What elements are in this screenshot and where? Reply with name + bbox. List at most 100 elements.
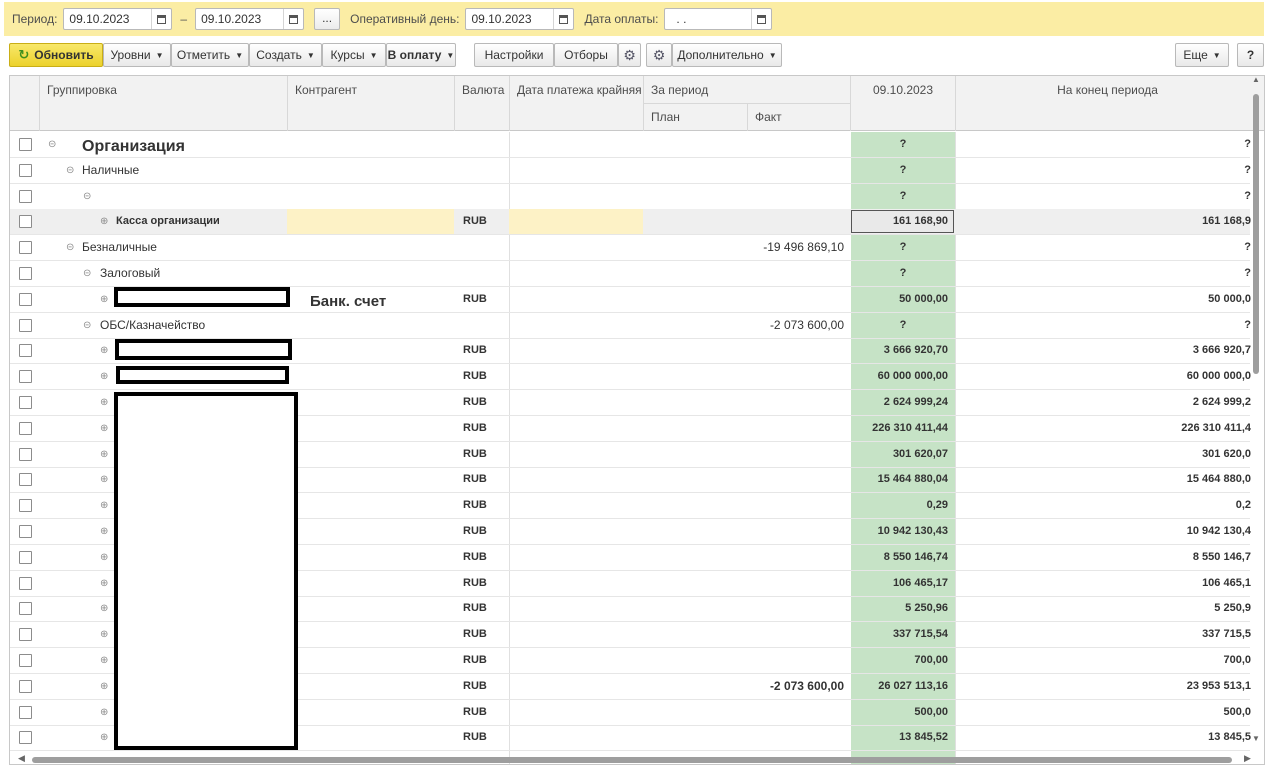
col-grouping[interactable]: Группировка (47, 83, 117, 97)
more-button[interactable]: Еще ▼ (1175, 43, 1229, 67)
row-date-value[interactable]: 3 666 920,70 (851, 338, 948, 363)
row-date-value[interactable]: 700,00 (851, 648, 948, 673)
table-row[interactable]: ⊝ Наличные?? (10, 158, 1251, 184)
row-checkbox[interactable] (19, 550, 32, 564)
expand-icon[interactable]: ⊕ (100, 700, 108, 725)
op-day-field[interactable]: 09.10.2023 (465, 8, 575, 30)
col-for-period[interactable]: За период (651, 83, 708, 97)
row-date-value[interactable]: 106 465,17 (851, 571, 948, 596)
expand-icon[interactable]: ⊕ (100, 416, 108, 441)
row-date-value[interactable]: 60 000 000,00 (851, 364, 948, 389)
rates-button[interactable]: Курсы ▼ (322, 43, 386, 67)
row-date-value[interactable]: ? (851, 261, 955, 286)
period-from-field[interactable]: 09.10.2023 (63, 8, 173, 30)
col-fact[interactable]: Факт (755, 110, 782, 124)
row-checkbox[interactable] (19, 138, 32, 151)
expand-icon[interactable]: ⊕ (100, 648, 108, 673)
calendar-icon[interactable] (553, 9, 573, 29)
vertical-scroll-thumb[interactable] (1253, 94, 1259, 374)
row-date-value[interactable]: 337 715,54 (851, 622, 948, 647)
scroll-right-icon[interactable]: ▶ (1244, 753, 1251, 764)
create-button[interactable]: Создать ▼ (249, 43, 322, 67)
table-row[interactable]: ⊝ Безналичные -19 496 869,10?? (10, 235, 1251, 262)
row-checkbox[interactable] (19, 731, 32, 745)
row-date-value[interactable]: 301 620,07 (851, 442, 948, 467)
mark-button[interactable]: Отметить ▼ (171, 43, 249, 67)
col-currency[interactable]: Валюта (462, 83, 504, 97)
row-checkbox[interactable] (19, 163, 32, 177)
row-checkbox[interactable] (19, 473, 32, 487)
row-date-value[interactable]: 161 168,90 (851, 209, 948, 234)
collapse-icon[interactable]: ⊝ (48, 132, 56, 157)
expand-icon[interactable]: ⊕ (100, 209, 108, 234)
row-checkbox[interactable] (19, 679, 32, 693)
period-to-field[interactable]: 09.10.2023 (195, 8, 305, 30)
row-checkbox[interactable] (19, 189, 32, 203)
expand-icon[interactable]: ⊕ (100, 596, 108, 621)
table-row[interactable]: ⊝ ОБС/Казначейство -2 073 600,00?? (10, 313, 1251, 339)
expand-icon[interactable]: ⊕ (100, 493, 108, 518)
table-row[interactable]: ⊝?? (10, 184, 1251, 210)
row-date-value[interactable]: 13 845,52 (851, 725, 948, 750)
expand-icon[interactable]: ⊕ (100, 725, 108, 750)
row-date-value[interactable]: 226 310 411,44 (851, 416, 948, 441)
col-end-period[interactable]: На конец периода (955, 83, 1260, 97)
table-row[interactable]: ⊝ Организация?? (10, 132, 1251, 158)
row-date-value[interactable]: ? (851, 184, 955, 209)
row-checkbox[interactable] (19, 499, 32, 513)
row-checkbox[interactable] (19, 447, 32, 461)
collapse-icon[interactable]: ⊝ (83, 184, 91, 209)
row-checkbox[interactable] (19, 215, 32, 229)
collapse-icon[interactable]: ⊝ (83, 313, 91, 338)
row-checkbox[interactable] (19, 602, 32, 616)
row-checkbox[interactable] (19, 654, 32, 667)
row-checkbox[interactable] (19, 396, 32, 409)
expand-icon[interactable]: ⊕ (100, 467, 108, 492)
row-checkbox[interactable] (19, 421, 32, 435)
settings-button[interactable]: Настройки (474, 43, 554, 67)
pay-date-field[interactable]: . . (664, 8, 773, 30)
vertical-scrollbar[interactable]: ▲ ▼ (1252, 75, 1260, 744)
expand-icon[interactable]: ⊕ (100, 674, 108, 699)
row-date-value[interactable]: ? (851, 313, 955, 338)
row-checkbox[interactable] (19, 344, 32, 358)
to-pay-button[interactable]: В оплату ▼ (386, 43, 456, 67)
scroll-up-icon[interactable]: ▲ (1252, 75, 1260, 84)
filters-button[interactable]: Отборы (554, 43, 618, 67)
collapse-icon[interactable]: ⊝ (66, 235, 74, 260)
row-checkbox[interactable] (19, 576, 32, 590)
col-counterparty[interactable]: Контрагент (295, 83, 357, 97)
calendar-icon[interactable] (151, 9, 171, 29)
row-date-value[interactable]: 15 464 880,04 (851, 467, 948, 492)
row-date-value[interactable]: ? (851, 132, 955, 157)
row-checkbox[interactable] (19, 241, 32, 255)
col-plan[interactable]: План (651, 110, 680, 124)
row-date-value[interactable]: 8 550 146,74 (851, 545, 948, 570)
horizontal-scrollbar[interactable]: ◀ ▶ (18, 753, 1254, 764)
save-settings-button[interactable]: ⚙ (646, 43, 672, 67)
refresh-button[interactable]: ↻ Обновить (9, 43, 103, 67)
row-date-value[interactable]: 50 000,00 (851, 287, 948, 312)
col-date[interactable]: 09.10.2023 (851, 83, 955, 97)
row-date-value[interactable]: ? (851, 158, 955, 183)
calendar-icon[interactable] (283, 9, 303, 29)
expand-icon[interactable]: ⊕ (100, 622, 108, 647)
row-date-value[interactable]: 2 624 999,24 (851, 390, 948, 415)
scroll-down-icon[interactable]: ▼ (1252, 734, 1260, 743)
levels-button[interactable]: Уровни ▼ (103, 43, 171, 67)
calendar-icon[interactable] (751, 9, 771, 29)
period-select-button[interactable]: ... (314, 8, 341, 30)
row-date-value[interactable]: 0,29 (851, 493, 948, 518)
collapse-icon[interactable]: ⊝ (83, 261, 91, 286)
row-date-value[interactable]: 5 250,96 (851, 596, 948, 621)
table-row[interactable]: ⊝ Залоговый?? (10, 261, 1251, 287)
row-checkbox[interactable] (19, 705, 32, 719)
collapse-icon[interactable]: ⊝ (66, 158, 74, 183)
row-checkbox[interactable] (19, 318, 32, 332)
report-settings-button[interactable]: ⚙ (618, 43, 641, 67)
horizontal-scroll-thumb[interactable] (32, 757, 1232, 763)
col-due-date[interactable]: Дата платежа крайняя (517, 83, 642, 97)
row-date-value[interactable]: 26 027 113,16 (851, 674, 948, 699)
expand-icon[interactable]: ⊕ (100, 390, 108, 415)
expand-icon[interactable]: ⊕ (100, 287, 108, 312)
